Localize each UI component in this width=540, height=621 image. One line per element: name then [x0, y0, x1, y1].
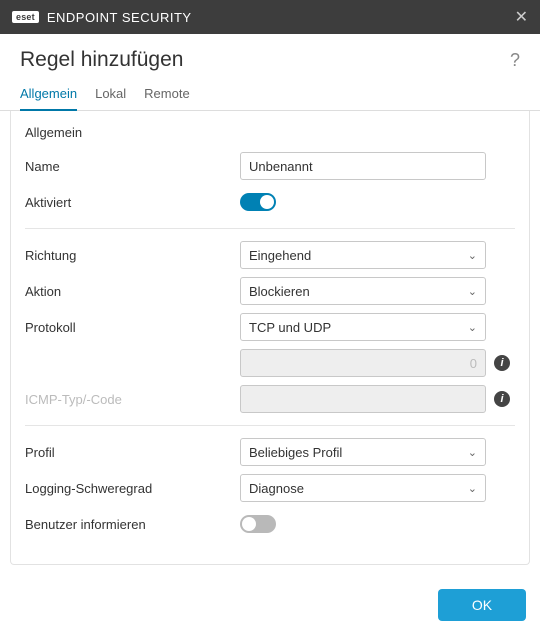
activated-toggle[interactable]: [240, 193, 276, 211]
label-icmp: ICMP-Typ/-Code: [25, 392, 240, 407]
label-activated: Aktiviert: [25, 195, 240, 210]
brand-text: ENDPOINT SECURITY: [47, 10, 192, 25]
protocol-value: TCP und UDP: [249, 320, 331, 335]
action-value: Blockieren: [249, 284, 310, 299]
label-direction: Richtung: [25, 248, 240, 263]
label-profile: Profil: [25, 445, 240, 460]
panel-general: Allgemein Name Aktiviert Richtung Eingeh…: [10, 111, 530, 565]
direction-value: Eingehend: [249, 248, 311, 263]
tab-remote[interactable]: Remote: [144, 80, 190, 111]
chevron-down-icon: ⌄: [468, 285, 477, 298]
brand-badge: eset: [12, 11, 39, 23]
logging-select[interactable]: Diagnose ⌄: [240, 474, 486, 502]
help-icon[interactable]: ?: [510, 50, 520, 71]
page-title: Regel hinzufügen: [20, 48, 183, 72]
row-profile: Profil Beliebiges Profil ⌄: [25, 436, 515, 468]
logging-value: Diagnose: [249, 481, 304, 496]
tabs: Allgemein Lokal Remote: [0, 80, 540, 111]
direction-select[interactable]: Eingehend ⌄: [240, 241, 486, 269]
row-logging: Logging-Schweregrad Diagnose ⌄: [25, 472, 515, 504]
row-protocol: Protokoll TCP und UDP ⌄: [25, 311, 515, 343]
chevron-down-icon: ⌄: [468, 446, 477, 459]
profile-select[interactable]: Beliebiges Profil ⌄: [240, 438, 486, 466]
label-action: Aktion: [25, 284, 240, 299]
name-input[interactable]: [240, 152, 486, 180]
chevron-down-icon: ⌄: [468, 321, 477, 334]
chevron-down-icon: ⌄: [468, 482, 477, 495]
tab-general[interactable]: Allgemein: [20, 80, 77, 111]
row-action: Aktion Blockieren ⌄: [25, 275, 515, 307]
row-notify: Benutzer informieren: [25, 508, 515, 540]
label-protocol: Protokoll: [25, 320, 240, 335]
row-direction: Richtung Eingehend ⌄: [25, 239, 515, 271]
row-activated: Aktiviert: [25, 186, 515, 218]
label-name: Name: [25, 159, 240, 174]
footer: OK: [0, 565, 540, 621]
brand: eset ENDPOINT SECURITY: [12, 10, 192, 25]
disabled-num-input: [240, 349, 486, 377]
dialog-header: Regel hinzufügen ?: [0, 34, 540, 80]
notify-toggle[interactable]: [240, 515, 276, 533]
chevron-down-icon: ⌄: [468, 249, 477, 262]
icmp-input: [240, 385, 486, 413]
row-disabled-num: i: [25, 347, 515, 379]
divider: [25, 228, 515, 229]
close-icon[interactable]: ✕: [515, 7, 528, 27]
info-icon[interactable]: i: [494, 355, 510, 371]
label-notify: Benutzer informieren: [25, 517, 240, 532]
row-name: Name: [25, 150, 515, 182]
tab-local[interactable]: Lokal: [95, 80, 126, 111]
ok-button[interactable]: OK: [438, 589, 526, 621]
divider: [25, 425, 515, 426]
protocol-select[interactable]: TCP und UDP ⌄: [240, 313, 486, 341]
section-title-general: Allgemein: [25, 125, 515, 140]
row-icmp: ICMP-Typ/-Code i: [25, 383, 515, 415]
action-select[interactable]: Blockieren ⌄: [240, 277, 486, 305]
info-icon[interactable]: i: [494, 391, 510, 407]
label-logging: Logging-Schweregrad: [25, 481, 240, 496]
profile-value: Beliebiges Profil: [249, 445, 342, 460]
titlebar: eset ENDPOINT SECURITY ✕: [0, 0, 540, 34]
